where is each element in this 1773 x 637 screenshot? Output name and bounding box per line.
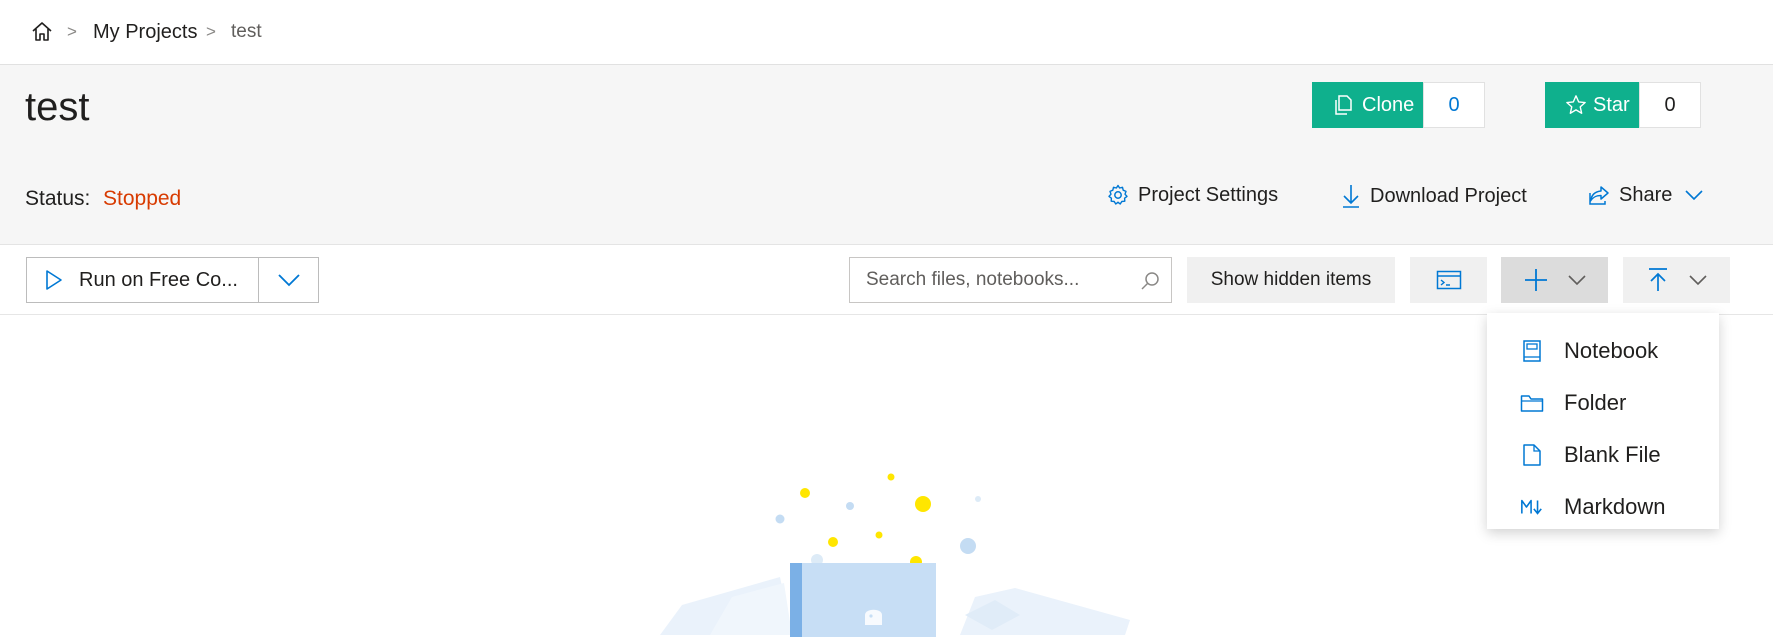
terminal-icon xyxy=(1436,270,1462,290)
chevron-down-icon xyxy=(1684,189,1712,201)
plus-icon xyxy=(1523,267,1549,293)
gear-icon xyxy=(1106,183,1138,207)
menu-item-folder[interactable]: Folder xyxy=(1487,377,1719,429)
show-hidden-items-button[interactable]: Show hidden items xyxy=(1187,257,1395,303)
search-input[interactable] xyxy=(866,269,1126,291)
menu-item-label: Notebook xyxy=(1564,338,1659,363)
star-count[interactable]: 0 xyxy=(1639,82,1701,128)
clone-label: Clone xyxy=(1362,93,1415,116)
empty-project-illustration xyxy=(620,465,1140,637)
star-button[interactable]: Star xyxy=(1545,82,1640,128)
menu-item-label: Markdown xyxy=(1564,494,1666,519)
chevron-down-icon xyxy=(1567,274,1587,286)
chevron-down-icon xyxy=(1688,274,1708,286)
run-label: Run on Free Co... xyxy=(79,268,238,291)
menu-item-markdown[interactable]: Markdown xyxy=(1487,481,1719,533)
search-icon[interactable] xyxy=(1139,270,1161,297)
clone-icon xyxy=(1332,94,1354,116)
play-icon xyxy=(45,269,63,291)
terminal-button[interactable] xyxy=(1410,257,1487,303)
new-item-menu: Notebook Folder Blank File Markdown xyxy=(1487,313,1719,529)
menu-item-blank-file[interactable]: Blank File xyxy=(1487,429,1719,481)
download-project-label: Download Project xyxy=(1370,184,1527,207)
share-button[interactable]: Share xyxy=(1587,183,1712,207)
blank-file-icon xyxy=(1520,443,1544,467)
run-options-dropdown[interactable] xyxy=(258,257,319,303)
chevron-down-icon xyxy=(277,273,301,287)
share-label: Share xyxy=(1619,183,1673,206)
download-icon xyxy=(1340,183,1370,209)
search-box xyxy=(849,257,1172,303)
upload-icon xyxy=(1646,267,1670,293)
download-project-link[interactable]: Download Project xyxy=(1340,183,1527,209)
folder-icon xyxy=(1520,391,1544,415)
star-icon xyxy=(1565,94,1587,116)
breadcrumb-my-projects[interactable]: My Projects xyxy=(93,21,197,44)
breadcrumb-separator: > xyxy=(67,22,77,41)
project-settings-link[interactable]: Project Settings xyxy=(1106,183,1278,207)
page-title: test xyxy=(25,85,90,129)
upload-button[interactable] xyxy=(1623,257,1730,303)
project-settings-label: Project Settings xyxy=(1138,183,1279,206)
new-item-button[interactable] xyxy=(1501,257,1608,303)
share-icon xyxy=(1587,183,1619,207)
menu-item-notebook[interactable]: Notebook xyxy=(1487,325,1719,377)
status-label: Status: xyxy=(25,187,91,210)
notebook-icon xyxy=(1520,339,1544,363)
breadcrumb: > My Projects > test xyxy=(0,0,1773,65)
menu-item-label: Folder xyxy=(1564,390,1627,415)
project-header: test Clone 0 Star 0 Status: Stopped Proj… xyxy=(0,65,1773,245)
clone-count[interactable]: 0 xyxy=(1423,82,1485,128)
menu-item-label: Blank File xyxy=(1564,442,1661,467)
run-button[interactable]: Run on Free Co... xyxy=(26,257,259,303)
breadcrumb-current: test xyxy=(231,21,262,42)
breadcrumb-separator: > xyxy=(206,22,216,41)
status-value: Stopped xyxy=(103,187,182,210)
star-label: Star xyxy=(1593,93,1630,116)
home-icon[interactable] xyxy=(30,20,54,44)
clone-button[interactable]: Clone xyxy=(1312,82,1423,128)
markdown-icon xyxy=(1520,495,1544,519)
file-toolbar: Run on Free Co... Show hidden items xyxy=(0,245,1773,315)
